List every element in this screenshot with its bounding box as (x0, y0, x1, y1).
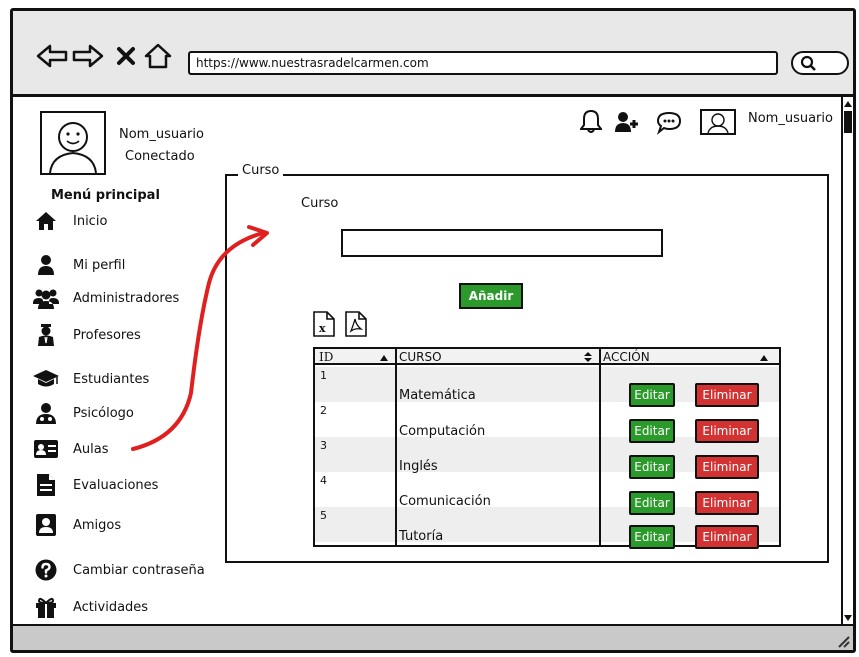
sidebar-item-actividades[interactable]: Actividades (33, 595, 148, 619)
contact-icon (33, 513, 59, 537)
row-id: 1 (320, 369, 327, 382)
sidebar-item-label: Aulas (73, 441, 109, 457)
courses-table: ID CURSO ACCIÓN 1 Matemática Editar Elim… (313, 347, 781, 549)
sidebar-item-label: Evaluaciones (73, 477, 159, 493)
psychologist-icon (33, 401, 59, 425)
resize-grip-icon[interactable] (835, 634, 851, 648)
header-label: ID (319, 350, 334, 364)
fieldset-legend: Curso (238, 163, 284, 178)
header-user-name[interactable]: Nom_usuario (748, 111, 833, 126)
edit-button[interactable]: Editar (629, 455, 675, 479)
user-status: Conectado (125, 149, 195, 164)
gift-icon (33, 595, 59, 619)
search-icon (800, 55, 816, 71)
avatar (40, 111, 106, 175)
back-arrow-icon[interactable] (35, 41, 69, 71)
sort-both-icon[interactable] (583, 351, 593, 363)
teacher-icon (33, 323, 59, 347)
graduation-cap-icon (33, 367, 59, 391)
sidebar-item-inicio[interactable]: Inicio (33, 209, 107, 233)
add-user-icon[interactable] (615, 111, 641, 133)
row-id: 4 (320, 474, 327, 487)
header-actions: Nom_usuario (578, 109, 850, 149)
sidebar-item-psicologo[interactable]: Psicólogo (33, 401, 134, 425)
export-actions: x (311, 311, 375, 339)
close-icon[interactable] (109, 41, 143, 71)
add-button[interactable]: Añadir (459, 283, 523, 309)
row-id: 3 (320, 439, 327, 452)
column-header-curso[interactable]: CURSO (395, 349, 599, 365)
edit-button[interactable]: Editar (629, 525, 675, 549)
column-header-id[interactable]: ID (315, 349, 395, 365)
users-icon (33, 286, 59, 310)
delete-button[interactable]: Eliminar (695, 383, 759, 407)
row-curso: Computación (399, 424, 486, 439)
sidebar-item-label: Mi perfil (73, 257, 126, 273)
forward-arrow-icon[interactable] (71, 41, 105, 71)
row-curso: Matemática (399, 388, 476, 403)
edit-button[interactable]: Editar (629, 383, 675, 407)
row-curso: Comunicación (399, 494, 491, 509)
pdf-export-icon[interactable] (345, 311, 367, 337)
home-icon (33, 209, 59, 233)
delete-button[interactable]: Eliminar (695, 419, 759, 443)
sort-asc-icon[interactable] (759, 354, 769, 362)
user-name: Nom_usuario (119, 127, 204, 142)
sidebar-item-evaluaciones[interactable]: Evaluaciones (33, 473, 158, 497)
header-label: ACCIÓN (603, 350, 650, 364)
header-avatar[interactable] (700, 109, 736, 135)
sidebar-item-label: Cambiar contraseña (73, 562, 205, 578)
sidebar-item-label: Amigos (73, 517, 122, 533)
curso-input[interactable] (341, 229, 663, 257)
column-divider (395, 349, 397, 545)
delete-button[interactable]: Eliminar (695, 455, 759, 479)
header-label: CURSO (399, 350, 442, 364)
sort-asc-icon[interactable] (379, 354, 389, 362)
row-id: 5 (320, 509, 327, 522)
sidebar-item-cambiar-contrasena[interactable]: Cambiar contraseña (33, 558, 205, 582)
sidebar-item-label: Actividades (73, 599, 149, 615)
sidebar-item-aulas[interactable]: Aulas (33, 437, 108, 461)
bell-icon[interactable] (580, 109, 602, 133)
delete-button[interactable]: Eliminar (695, 525, 759, 549)
help-circle-icon (33, 558, 59, 582)
row-curso: Inglés (399, 459, 438, 474)
chat-icon[interactable] (656, 111, 682, 135)
user-icon (33, 253, 59, 277)
edit-button[interactable]: Editar (629, 491, 675, 515)
classroom-card-icon (33, 437, 59, 461)
browser-toolbar: https://www.nuestrasradelcarmen.com (13, 11, 853, 97)
annotation-arrow (131, 225, 269, 451)
scroll-up-arrow-icon[interactable] (843, 99, 853, 109)
excel-export-icon[interactable]: x (313, 311, 335, 337)
scroll-down-arrow-icon[interactable] (843, 613, 853, 623)
sidebar-item-amigos[interactable]: Amigos (33, 513, 121, 537)
row-id: 2 (320, 404, 327, 417)
svg-text:x: x (319, 322, 326, 335)
delete-button[interactable]: Eliminar (695, 491, 759, 515)
edit-button[interactable]: Editar (629, 419, 675, 443)
app-window: https://www.nuestrasradelcarmen.com Nom_… (10, 8, 856, 653)
vertical-scrollbar[interactable] (841, 97, 853, 627)
sidebar-item-mi-perfil[interactable]: Mi perfil (33, 253, 125, 277)
curso-field-label: Curso (301, 196, 339, 211)
status-bar (13, 624, 853, 650)
browser-search-field[interactable] (791, 51, 849, 75)
row-curso: Tutoría (399, 529, 444, 544)
sidebar-item-label: Inicio (73, 213, 108, 229)
url-bar[interactable]: https://www.nuestrasradelcarmen.com (188, 51, 778, 75)
column-divider (599, 349, 601, 545)
menu-title: Menú principal (51, 188, 160, 203)
home-icon[interactable] (141, 41, 175, 71)
column-header-accion[interactable]: ACCIÓN (599, 349, 779, 365)
document-icon (33, 473, 59, 497)
